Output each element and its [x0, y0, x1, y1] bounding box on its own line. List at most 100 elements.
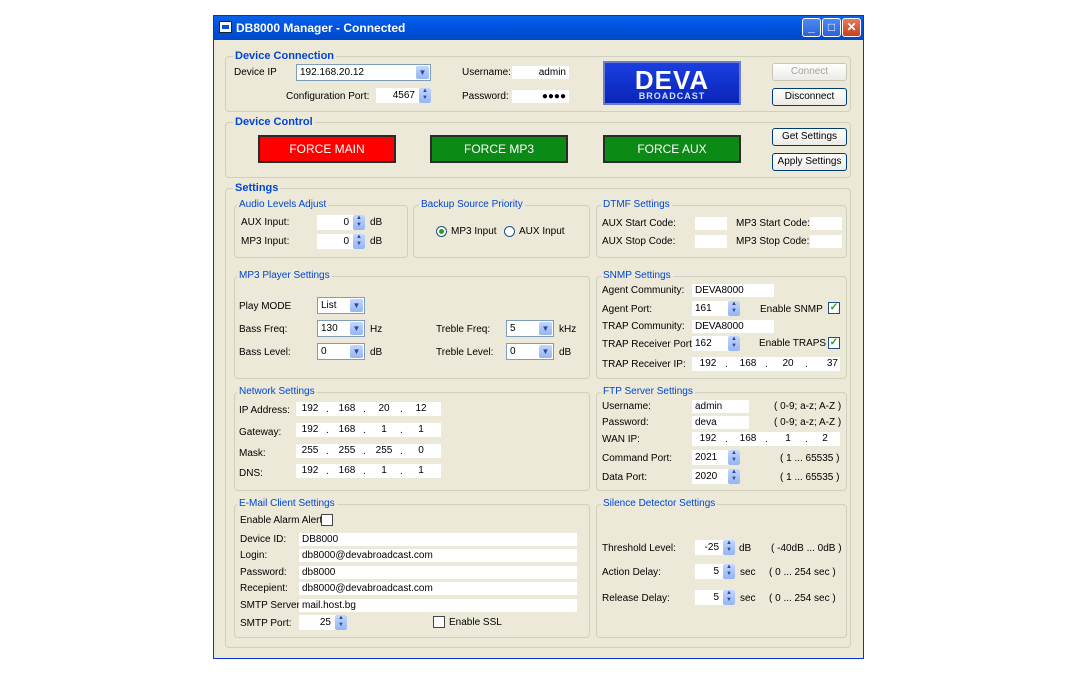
device-id-field[interactable]: DB8000: [299, 533, 577, 546]
get-settings-button[interactable]: Get Settings: [772, 128, 847, 146]
treble-level-combo[interactable]: 0 ▼: [506, 343, 554, 360]
aux-input-value: 0: [343, 217, 349, 228]
password-field[interactable]: ●●●●: [512, 90, 569, 103]
trap-ip-field[interactable]: 192 . 168 . 20 . 37: [692, 357, 840, 371]
chevron-down-icon[interactable]: ▼: [539, 322, 552, 335]
config-port-label: Configuration Port:: [286, 91, 370, 102]
ftp-username-field[interactable]: admin: [692, 400, 749, 413]
ip-address-field[interactable]: 192 . 168 . 20 . 12: [296, 402, 441, 416]
apply-settings-button[interactable]: Apply Settings: [772, 153, 847, 171]
enable-alarm-checkbox[interactable]: [321, 514, 333, 526]
bass-level-combo[interactable]: 0 ▼: [317, 343, 365, 360]
mp3-input-value: 0: [343, 236, 349, 247]
data-port-spinner[interactable]: 2020 ▲ ▼: [692, 469, 740, 484]
agent-port-spinner[interactable]: 161 ▲ ▼: [692, 301, 740, 316]
treble-freq-label: Treble Freq:: [436, 324, 491, 335]
aux-input-spinner[interactable]: 0 ▲ ▼: [317, 215, 365, 230]
bass-level-unit: dB: [370, 347, 383, 358]
ip-dot: .: [326, 425, 329, 436]
mp3-input-spinner[interactable]: 0 ▲ ▼: [317, 234, 365, 249]
spin-arrows-icon[interactable]: ▲ ▼: [353, 215, 365, 230]
ip-octet: 1: [418, 424, 424, 435]
chevron-down-icon[interactable]: ▼: [350, 345, 363, 358]
login-field[interactable]: db8000@devabroadcast.com: [299, 549, 577, 562]
wan-ip-field[interactable]: 192 . 168 . 1 . 2: [692, 432, 840, 446]
smtp-port-spinner[interactable]: 25 ▲ ▼: [299, 615, 347, 630]
ip-octet: 168: [338, 403, 356, 414]
play-mode-combo[interactable]: List ▼: [317, 297, 365, 314]
chevron-down-icon[interactable]: ▼: [350, 322, 363, 335]
action-delay-spinner[interactable]: 5 ▲ ▼: [695, 564, 735, 579]
title-bar[interactable]: DB8000 Manager - Connected _ □ ✕: [214, 16, 863, 40]
ip-octet: 37: [826, 358, 838, 369]
spin-arrows-icon[interactable]: ▲ ▼: [419, 88, 431, 103]
mask-label: Mask:: [239, 448, 266, 459]
dns-field[interactable]: 192 . 168 . 1 . 1: [296, 464, 441, 478]
maximize-icon[interactable]: □: [822, 18, 841, 37]
aux-input-radio[interactable]: [504, 226, 515, 237]
enable-ssl-checkbox[interactable]: [433, 616, 445, 628]
release-delay-unit: sec: [740, 593, 756, 604]
aux-stop-label: AUX Stop Code:: [602, 236, 676, 247]
cmd-port-spinner[interactable]: 2021 ▲ ▼: [692, 450, 740, 465]
snmp-heading: SNMP Settings: [601, 270, 673, 281]
enable-traps-checkbox[interactable]: ✓: [828, 337, 840, 349]
config-port-spinner[interactable]: 4567 ▲ ▼: [376, 88, 431, 103]
recipient-field[interactable]: db8000@devabroadcast.com: [299, 582, 577, 595]
username-field[interactable]: admin: [512, 66, 569, 79]
ip-dot: .: [400, 446, 403, 457]
recipient-label: Recepient:: [240, 583, 288, 594]
trap-community-field[interactable]: DEVA8000: [692, 320, 774, 333]
spin-arrows-icon[interactable]: ▲ ▼: [723, 590, 735, 605]
ip-octet: 2: [822, 433, 828, 444]
mp3-stop-field[interactable]: [810, 235, 842, 248]
password-label: Password:: [462, 91, 509, 102]
chevron-down-icon[interactable]: ▼: [416, 66, 429, 79]
spin-arrows-icon[interactable]: ▲ ▼: [723, 540, 735, 555]
agent-community-field[interactable]: DEVA8000: [692, 284, 774, 297]
ip-dot: .: [363, 404, 366, 415]
disconnect-button[interactable]: Disconnect: [772, 88, 847, 106]
force-main-button[interactable]: FORCE MAIN: [258, 135, 396, 163]
email-password-field[interactable]: db8000: [299, 566, 577, 579]
release-delay-spinner[interactable]: 5 ▲ ▼: [695, 590, 735, 605]
smtp-server-field[interactable]: mail.host.bg: [299, 599, 577, 612]
spin-arrows-icon[interactable]: ▲ ▼: [353, 234, 365, 249]
mp3-input-radio[interactable]: [436, 226, 447, 237]
close-icon[interactable]: ✕: [842, 18, 861, 37]
spin-arrows-icon[interactable]: ▲ ▼: [335, 615, 347, 630]
spin-arrows-icon[interactable]: ▲ ▼: [728, 336, 740, 351]
username-label: Username:: [462, 67, 511, 78]
enable-snmp-checkbox[interactable]: ✓: [828, 302, 840, 314]
trap-community-label: TRAP Community:: [602, 321, 685, 332]
aux-stop-field[interactable]: [695, 235, 727, 248]
treble-freq-combo[interactable]: 5 ▼: [506, 320, 554, 337]
backup-priority-heading: Backup Source Priority: [419, 199, 525, 210]
ftp-password-field[interactable]: deva: [692, 416, 749, 429]
ip-dot: .: [363, 466, 366, 477]
spin-arrows-icon[interactable]: ▲ ▼: [728, 450, 740, 465]
mp3-start-field[interactable]: [810, 217, 842, 230]
force-mp3-button[interactable]: FORCE MP3: [430, 135, 568, 163]
trap-port-spinner[interactable]: 162 ▲ ▼: [692, 336, 740, 351]
spin-arrows-icon[interactable]: ▲ ▼: [723, 564, 735, 579]
aux-start-field[interactable]: [695, 217, 727, 230]
device-control-heading: Device Control: [233, 116, 315, 128]
gateway-field[interactable]: 192 . 168 . 1 . 1: [296, 423, 441, 437]
chevron-down-icon[interactable]: ▼: [350, 299, 363, 312]
ip-dot: .: [326, 446, 329, 457]
minimize-icon[interactable]: _: [802, 18, 821, 37]
bass-freq-combo[interactable]: 130 ▼: [317, 320, 365, 337]
play-mode-label: Play MODE: [239, 301, 292, 312]
spin-arrows-icon[interactable]: ▲ ▼: [728, 301, 740, 316]
chevron-down-icon[interactable]: ▼: [539, 345, 552, 358]
force-aux-button[interactable]: FORCE AUX: [603, 135, 741, 163]
device-ip-combo[interactable]: 192.168.20.12 ▼: [296, 64, 431, 81]
gateway-label: Gateway:: [239, 427, 282, 438]
spin-arrows-icon[interactable]: ▲ ▼: [728, 469, 740, 484]
treble-freq-value: 5: [510, 323, 516, 334]
connect-button[interactable]: Connect: [772, 63, 847, 81]
bass-level-value: 0: [321, 346, 327, 357]
threshold-spinner[interactable]: -25 ▲ ▼: [695, 540, 735, 555]
mask-field[interactable]: 255 . 255 . 255 . 0: [296, 444, 441, 458]
